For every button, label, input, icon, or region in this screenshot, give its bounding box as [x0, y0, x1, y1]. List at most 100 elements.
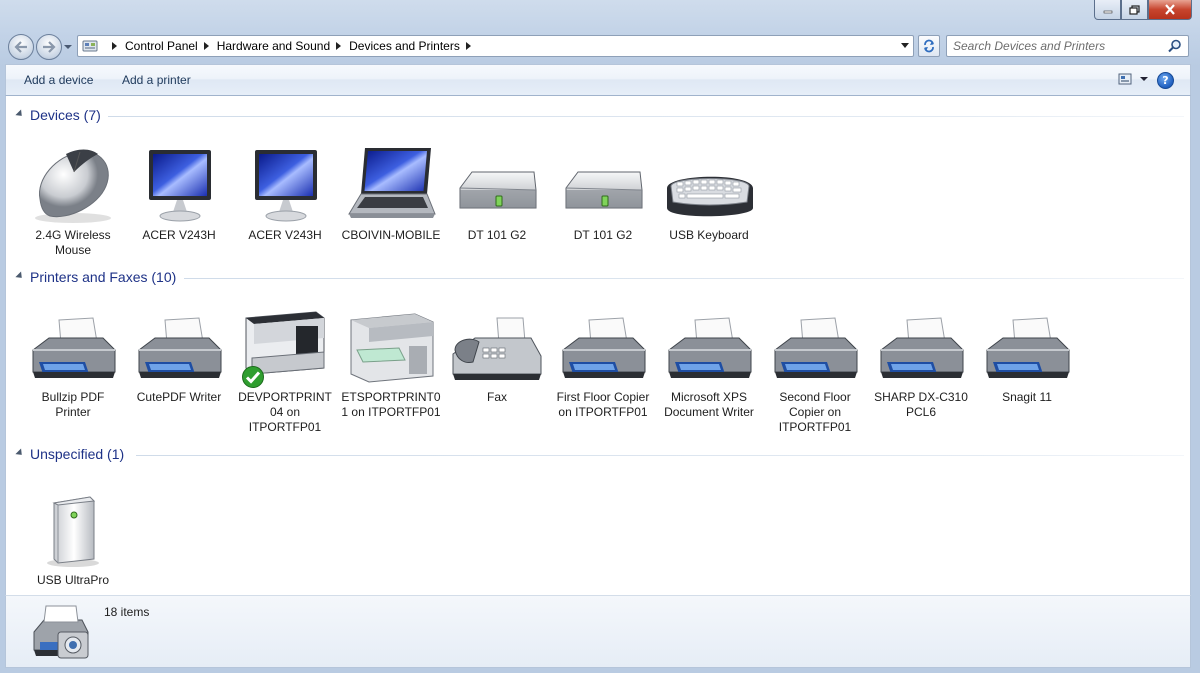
- device-item[interactable]: DT 101 G2: [445, 138, 549, 243]
- add-device-button[interactable]: Add a device: [24, 73, 93, 87]
- device-item[interactable]: 2.4G Wireless Mouse: [21, 138, 125, 258]
- forward-arrow-icon: [43, 41, 56, 53]
- recent-pages-dropdown-icon[interactable]: [64, 42, 72, 52]
- breadcrumb-label: Hardware and Sound: [216, 39, 331, 53]
- printer-item[interactable]: Bullzip PDF Printer: [21, 300, 125, 420]
- group-divider: [108, 116, 1184, 117]
- group-header-devices[interactable]: Devices (7): [15, 107, 101, 123]
- search-box[interactable]: [946, 35, 1189, 57]
- monitor-icon: [233, 138, 337, 224]
- title-bar: [0, 0, 1200, 30]
- breadcrumb-hardware-and-sound[interactable]: Hardware and Sound: [217, 39, 349, 53]
- printer-icon: [127, 300, 231, 386]
- group-header-unspecified[interactable]: Unspecified (1): [15, 446, 124, 462]
- details-pane: 18 items: [5, 595, 1191, 668]
- help-icon: ?: [1162, 74, 1169, 87]
- breadcrumb-separator[interactable]: [203, 42, 209, 50]
- collapse-arrow-icon[interactable]: [15, 270, 25, 281]
- printer-label: DEVPORTPRINT04 on ITPORTFP01: [238, 390, 332, 434]
- printer-item[interactable]: CutePDF Writer: [127, 300, 231, 405]
- collapse-arrow-icon[interactable]: [15, 108, 25, 119]
- group-header-printers[interactable]: Printers and Faxes (10): [15, 269, 177, 285]
- printer-item[interactable]: First Floor Copier on ITPORTFP01: [551, 300, 655, 420]
- maximize-button[interactable]: [1121, 0, 1148, 20]
- printer-item[interactable]: SHARP DX-C310 PCL6: [869, 300, 973, 420]
- printer-item[interactable]: ETSPORTPRINT01 on ITPORTFP01: [339, 300, 443, 420]
- device-item[interactable]: USB Keyboard: [657, 138, 761, 243]
- search-icon[interactable]: [1168, 39, 1182, 53]
- breadcrumb-label: Devices and Printers: [349, 39, 460, 53]
- control-panel-icon: [82, 40, 98, 52]
- help-button[interactable]: ?: [1157, 72, 1174, 89]
- device-list-pane: Devices (7) 2.4G Wireless Mouse ACER V24…: [5, 96, 1191, 595]
- printer-label: Snagit 11: [1002, 390, 1052, 404]
- printer-label: Bullzip PDF Printer: [41, 390, 105, 419]
- printer-icon: [869, 300, 973, 386]
- address-row: Control Panel Hardware and Sound Devices…: [0, 30, 1200, 62]
- device-label: DT 101 G2: [573, 228, 633, 242]
- printer-item[interactable]: DEVPORTPRINT04 on ITPORTFP01: [233, 300, 337, 435]
- copier-icon: [339, 300, 443, 386]
- close-icon: [1165, 4, 1175, 15]
- search-input[interactable]: [947, 36, 1157, 56]
- printer-icon: [551, 300, 655, 386]
- add-printer-button[interactable]: Add a printer: [122, 73, 191, 87]
- refresh-button[interactable]: [918, 35, 940, 57]
- forward-button[interactable]: [36, 34, 62, 60]
- mouse-icon: [21, 138, 125, 224]
- printer-item[interactable]: Second Floor Copier on ITPORTFP01: [763, 300, 867, 435]
- printer-label: First Floor Copier on ITPORTFP01: [556, 390, 650, 419]
- usb-drive-icon: [551, 138, 655, 224]
- group-title: Printers and Faxes (10): [30, 269, 177, 285]
- breadcrumb-separator[interactable]: [336, 42, 342, 50]
- device-item[interactable]: USB UltraPro: [21, 483, 125, 588]
- view-options-icon: [1118, 73, 1132, 85]
- printer-icon: [975, 300, 1079, 386]
- device-item[interactable]: ACER V243H: [233, 138, 337, 243]
- printer-label: Microsoft XPS Document Writer: [664, 390, 754, 419]
- address-bar[interactable]: Control Panel Hardware and Sound Devices…: [77, 35, 914, 57]
- device-label: ACER V243H: [142, 228, 216, 242]
- change-view-button[interactable]: [1118, 73, 1148, 85]
- device-item[interactable]: DT 101 G2: [551, 138, 655, 243]
- group-divider: [136, 455, 1184, 456]
- usb-drive-icon: [445, 138, 549, 224]
- window-controls: [1094, 0, 1192, 20]
- minimize-button[interactable]: [1094, 0, 1121, 20]
- breadcrumb-control-panel[interactable]: Control Panel: [125, 39, 217, 53]
- fax-icon: [445, 300, 549, 386]
- device-item[interactable]: ACER V243H: [127, 138, 231, 243]
- device-label: CBOIVIN-MOBILE: [341, 228, 441, 242]
- breadcrumb-separator[interactable]: [465, 42, 471, 50]
- printer-item[interactable]: Microsoft XPS Document Writer: [657, 300, 761, 420]
- back-button[interactable]: [8, 34, 34, 60]
- printer-label: ETSPORTPRINT01 on ITPORTFP01: [341, 390, 441, 419]
- close-button[interactable]: [1148, 0, 1192, 20]
- keyboard-icon: [657, 138, 761, 224]
- laptop-icon: [339, 138, 443, 224]
- device-label: DT 101 G2: [467, 228, 527, 242]
- address-history-dropdown-icon[interactable]: [901, 43, 909, 48]
- device-item[interactable]: CBOIVIN-MOBILE: [339, 138, 443, 243]
- printer-item[interactable]: Fax: [445, 300, 549, 405]
- refresh-icon: [924, 39, 934, 53]
- breadcrumb-separator[interactable]: [112, 42, 117, 50]
- printer-label: SHARP DX-C310 PCL6: [874, 390, 968, 419]
- printer-item[interactable]: Snagit 11: [975, 300, 1079, 405]
- devices-and-printers-icon: [24, 602, 94, 665]
- printer-icon: [21, 300, 125, 386]
- printer-icon: [763, 300, 867, 386]
- command-bar: Add a device Add a printer ?: [5, 64, 1191, 96]
- devices-and-printers-window: Control Panel Hardware and Sound Devices…: [0, 0, 1200, 673]
- group-title: Devices (7): [30, 107, 101, 123]
- printer-label: Second Floor Copier on ITPORTFP01: [778, 390, 852, 434]
- device-label: USB UltraPro: [36, 573, 110, 587]
- monitor-icon: [127, 138, 231, 224]
- collapse-arrow-icon[interactable]: [15, 447, 25, 458]
- item-count: 18 items: [104, 605, 150, 619]
- printer-icon: [657, 300, 761, 386]
- laser-printer-icon: [233, 300, 337, 388]
- breadcrumb-devices-and-printers[interactable]: Devices and Printers: [349, 39, 479, 53]
- printer-label: Fax: [486, 390, 507, 404]
- device-label: 2.4G Wireless Mouse: [35, 228, 111, 257]
